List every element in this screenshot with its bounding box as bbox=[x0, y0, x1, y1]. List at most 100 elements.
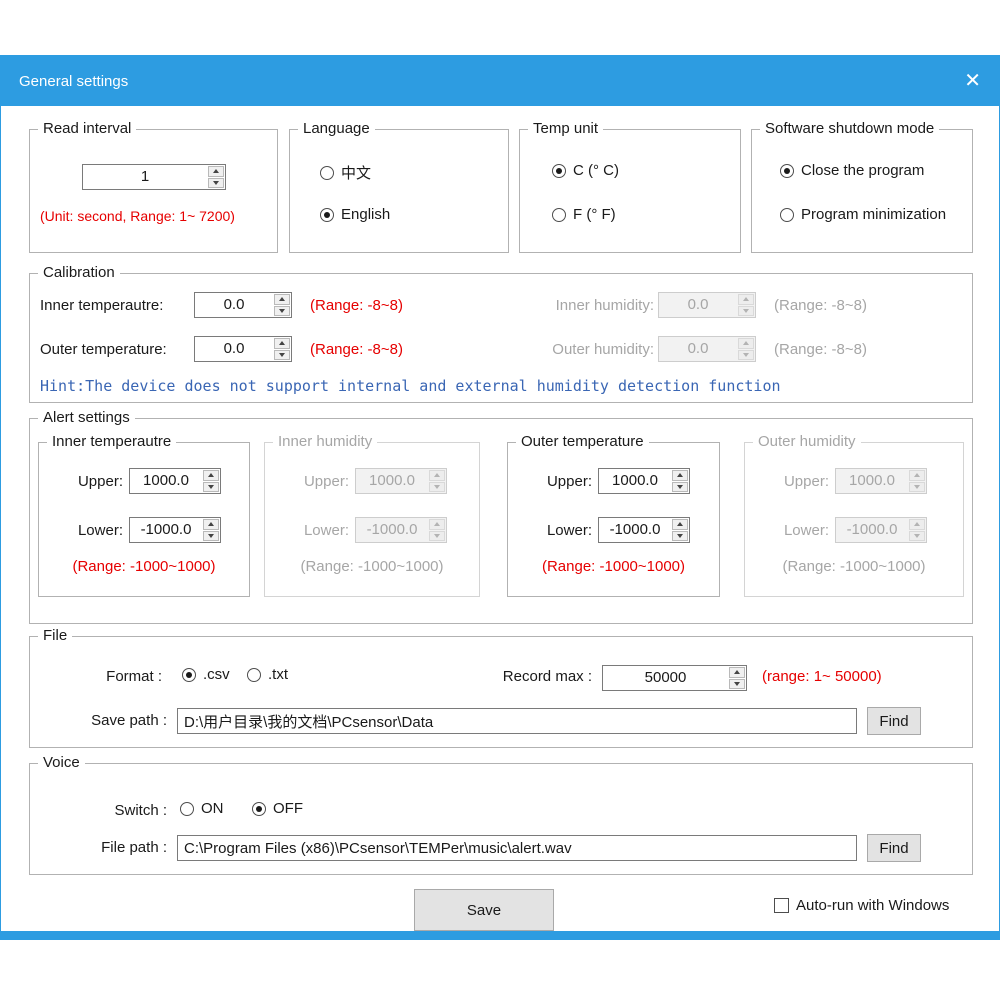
spinner-down-button[interactable] bbox=[672, 531, 688, 542]
spinner-up-button[interactable] bbox=[729, 667, 745, 678]
upper-spinner: 1000.0 bbox=[835, 468, 927, 494]
upper-value[interactable]: 1000.0 bbox=[130, 469, 202, 493]
radio-label-off: OFF bbox=[273, 800, 303, 817]
close-icon[interactable]: ✕ bbox=[964, 71, 981, 91]
calibration-row-inner-temp: Inner temperautre: 0.0 (Range: -8~8) bbox=[40, 292, 403, 318]
spinner-up-button[interactable] bbox=[203, 519, 219, 530]
upper-label: Upper: bbox=[47, 473, 123, 490]
radio-icon-chinese[interactable] bbox=[320, 166, 334, 180]
upper-value: 1000.0 bbox=[356, 469, 428, 493]
lower-spinner: -1000.0 bbox=[355, 517, 447, 543]
read-interval-spinner[interactable]: 1 bbox=[82, 164, 226, 190]
lower-label: Lower: bbox=[47, 522, 123, 539]
inner-temp-range: (Range: -8~8) bbox=[310, 297, 403, 314]
group-title-language: Language bbox=[298, 120, 375, 137]
spinner-down-button[interactable] bbox=[203, 531, 219, 542]
lower-value[interactable]: -1000.0 bbox=[130, 518, 202, 542]
radio-icon-minimize[interactable] bbox=[780, 208, 794, 222]
lower-spinner[interactable]: -1000.0 bbox=[598, 517, 690, 543]
spinner-up-button[interactable] bbox=[208, 166, 224, 177]
radio-icon-celsius[interactable] bbox=[552, 164, 566, 178]
inner-temp-value[interactable]: 0.0 bbox=[195, 293, 273, 317]
save-path-label: Save path : bbox=[30, 712, 167, 729]
spinner-up-button[interactable] bbox=[203, 470, 219, 481]
lower-label: Lower: bbox=[273, 522, 349, 539]
autorun-checkbox[interactable] bbox=[774, 898, 789, 913]
group-read-interval: Read interval 1 (Unit: second, Range: 1~… bbox=[29, 129, 278, 253]
up-arrow-icon bbox=[279, 341, 285, 345]
spinner-up-button[interactable] bbox=[274, 294, 290, 305]
outer-temp-label: Outer temperature: bbox=[40, 341, 190, 358]
radio-label-celsius: C (° C) bbox=[573, 162, 619, 179]
upper-spinner[interactable]: 1000.0 bbox=[598, 468, 690, 494]
alert-lower-row: Lower: -1000.0 bbox=[516, 517, 690, 543]
radio-option-celsius[interactable]: C (° C) bbox=[552, 162, 619, 179]
radio-option-off[interactable]: OFF bbox=[252, 800, 303, 817]
group-temp-unit: Temp unit C (° C) F (° F) bbox=[519, 129, 741, 253]
group-calibration: Calibration Inner temperautre: 0.0 (Rang… bbox=[29, 273, 973, 403]
down-arrow-icon bbox=[677, 534, 683, 538]
radio-label-csv: .csv bbox=[203, 666, 230, 683]
down-arrow-icon bbox=[734, 682, 740, 686]
radio-icon-close-program[interactable] bbox=[780, 164, 794, 178]
spinner-buttons bbox=[207, 165, 225, 189]
spinner-down-button[interactable] bbox=[203, 482, 219, 493]
radio-option-chinese[interactable]: 中文 bbox=[320, 162, 371, 183]
spinner-buttons bbox=[737, 337, 755, 361]
upper-label: Upper: bbox=[753, 473, 829, 490]
spinner-down-button[interactable] bbox=[672, 482, 688, 493]
radio-icon-txt[interactable] bbox=[247, 668, 261, 682]
radio-label-chinese: 中文 bbox=[341, 162, 371, 183]
up-arrow-icon bbox=[208, 522, 214, 526]
alert-range: (Range: -1000~1000) bbox=[39, 558, 249, 575]
read-interval-value[interactable]: 1 bbox=[83, 165, 207, 189]
radio-icon-english[interactable] bbox=[320, 208, 334, 222]
radio-icon-csv[interactable] bbox=[182, 668, 196, 682]
outer-temp-spinner[interactable]: 0.0 bbox=[194, 336, 292, 362]
save-button[interactable]: Save bbox=[414, 889, 554, 931]
spinner-down-button[interactable] bbox=[274, 350, 290, 361]
up-arrow-icon bbox=[743, 341, 749, 345]
upper-spinner[interactable]: 1000.0 bbox=[129, 468, 221, 494]
voice-file-path-input[interactable] bbox=[177, 835, 857, 861]
outer-humidity-range: (Range: -8~8) bbox=[774, 341, 867, 358]
radio-icon-off[interactable] bbox=[252, 802, 266, 816]
upper-value[interactable]: 1000.0 bbox=[599, 469, 671, 493]
alert-range: (Range: -1000~1000) bbox=[745, 558, 963, 575]
group-language: Language 中文 English bbox=[289, 129, 509, 253]
inner-temp-spinner[interactable]: 0.0 bbox=[194, 292, 292, 318]
spinner-down-button[interactable] bbox=[729, 679, 745, 690]
save-path-input[interactable] bbox=[177, 708, 857, 734]
save-path-find-button[interactable]: Find bbox=[867, 707, 921, 735]
spinner-up-button[interactable] bbox=[672, 519, 688, 530]
lower-spinner[interactable]: -1000.0 bbox=[129, 517, 221, 543]
radio-option-close-program[interactable]: Close the program bbox=[780, 162, 924, 179]
up-arrow-icon bbox=[208, 473, 214, 477]
radio-option-minimize[interactable]: Program minimization bbox=[780, 206, 946, 223]
outer-temp-value[interactable]: 0.0 bbox=[195, 337, 273, 361]
record-max-value[interactable]: 50000 bbox=[603, 666, 728, 690]
voice-file-find-button[interactable]: Find bbox=[867, 834, 921, 862]
alert-box-title: Outer temperature bbox=[516, 433, 649, 450]
dialog-bottom-border bbox=[1, 931, 999, 939]
spinner-down-button[interactable] bbox=[274, 306, 290, 317]
radio-option-english[interactable]: English bbox=[320, 206, 390, 223]
spinner-down-button[interactable] bbox=[208, 178, 224, 189]
radio-option-txt[interactable]: .txt bbox=[247, 666, 288, 683]
upper-label: Upper: bbox=[273, 473, 349, 490]
outer-temp-range: (Range: -8~8) bbox=[310, 341, 403, 358]
lower-value[interactable]: -1000.0 bbox=[599, 518, 671, 542]
down-arrow-icon bbox=[743, 309, 749, 313]
record-max-spinner[interactable]: 50000 bbox=[602, 665, 747, 691]
radio-option-csv[interactable]: .csv bbox=[182, 666, 230, 683]
radio-icon-fahrenheit[interactable] bbox=[552, 208, 566, 222]
radio-option-fahrenheit[interactable]: F (° F) bbox=[552, 206, 616, 223]
spinner-buttons bbox=[671, 518, 689, 542]
upper-label: Upper: bbox=[516, 473, 592, 490]
group-title-read-interval: Read interval bbox=[38, 120, 136, 137]
spinner-up-button[interactable] bbox=[672, 470, 688, 481]
radio-option-on[interactable]: ON bbox=[180, 800, 224, 817]
autorun-checkbox-option[interactable]: Auto-run with Windows bbox=[774, 897, 949, 914]
radio-icon-on[interactable] bbox=[180, 802, 194, 816]
spinner-up-button[interactable] bbox=[274, 338, 290, 349]
